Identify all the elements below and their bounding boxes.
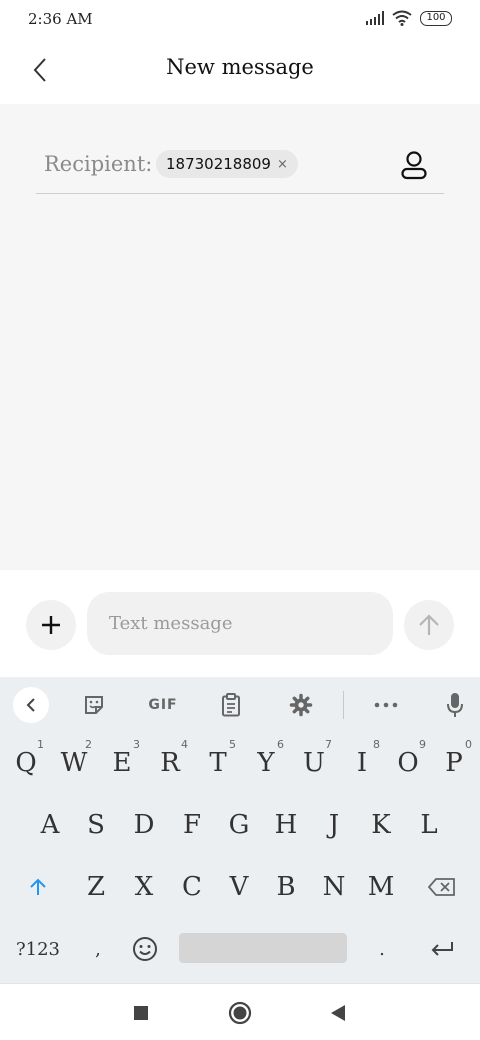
key-k[interactable]: K <box>357 794 405 856</box>
microphone-icon <box>447 693 463 717</box>
square-icon <box>134 1006 148 1020</box>
voice-input-button[interactable] <box>437 687 473 723</box>
key-d[interactable]: D <box>120 794 168 856</box>
key-v[interactable]: V <box>215 856 263 918</box>
key-g[interactable]: G <box>215 794 263 856</box>
comma-key[interactable]: , <box>74 918 122 980</box>
triangle-back-icon <box>331 1005 345 1021</box>
backspace-icon <box>428 878 455 896</box>
key-t[interactable]: T5 <box>194 732 242 794</box>
status-icons: 100 <box>366 10 452 26</box>
key-b[interactable]: B <box>262 856 310 918</box>
key-e[interactable]: E3 <box>98 732 146 794</box>
toolbar-divider <box>343 691 344 719</box>
gear-icon <box>289 693 313 717</box>
more-horizontal-icon <box>374 702 398 708</box>
key-row-3: Z X C V B N M <box>0 856 480 918</box>
status-time: 2:36 AM <box>28 10 93 28</box>
battery-indicator: 100 <box>420 10 452 26</box>
back-nav-button[interactable] <box>323 998 353 1028</box>
clipboard-button[interactable] <box>213 687 249 723</box>
key-h[interactable]: H <box>262 794 310 856</box>
status-bar: 2:36 AM 100 <box>0 0 480 38</box>
key-x[interactable]: X <box>120 856 168 918</box>
key-n[interactable]: N <box>310 856 358 918</box>
key-a[interactable]: A <box>26 794 74 856</box>
message-content-area: Recipient: 18730218809 × <box>0 104 480 570</box>
key-y[interactable]: Y6 <box>242 732 290 794</box>
gif-button[interactable]: GIF <box>143 687 183 723</box>
recents-button[interactable] <box>126 998 156 1028</box>
key-row-2: A S D F G H J K L <box>0 794 480 856</box>
wifi-icon <box>392 10 412 26</box>
key-l[interactable]: L <box>405 794 453 856</box>
key-j[interactable]: J <box>310 794 358 856</box>
emoji-icon <box>133 937 157 961</box>
key-row-1: Q1 W2 E3 R4 T5 Y6 U7 I8 O9 P0 <box>0 732 480 794</box>
circle-home-icon <box>228 1001 252 1025</box>
signal-icon <box>366 11 384 25</box>
enter-key[interactable] <box>418 918 466 980</box>
home-button[interactable] <box>225 998 255 1028</box>
emoji-key[interactable] <box>121 918 169 980</box>
clipboard-icon <box>222 693 240 717</box>
recipient-chip[interactable]: 18730218809 × <box>156 150 298 178</box>
recipient-row: Recipient: 18730218809 × <box>36 144 444 194</box>
person-icon <box>401 151 427 180</box>
space-key[interactable] <box>179 933 347 963</box>
key-q[interactable]: Q1 <box>2 732 50 794</box>
message-input[interactable] <box>87 592 393 655</box>
key-m[interactable]: M <box>357 856 405 918</box>
shift-key[interactable] <box>14 856 62 918</box>
key-i[interactable]: I8 <box>338 732 386 794</box>
page-title: New message <box>166 55 314 79</box>
send-button[interactable] <box>404 600 454 650</box>
symbols-key[interactable]: ?123 <box>14 918 62 980</box>
plus-icon <box>42 616 60 634</box>
recipient-label: Recipient: <box>44 152 153 176</box>
add-attachment-button[interactable] <box>26 600 76 650</box>
contacts-button[interactable] <box>398 148 430 182</box>
compose-bar <box>0 570 480 676</box>
key-f[interactable]: F <box>168 794 216 856</box>
keyboard: GIF Q 1 W 2 E 3 R 4 T 5 Y 6 U 7 I 8 O 9 … <box>0 677 480 983</box>
recipient-chip-value: 18730218809 <box>166 155 271 173</box>
chevron-left-icon <box>26 698 35 712</box>
app-header: New message <box>0 38 480 104</box>
sticker-button[interactable] <box>76 687 112 723</box>
toolbar-collapse-button[interactable] <box>13 687 49 723</box>
key-u[interactable]: U7 <box>290 732 338 794</box>
key-z[interactable]: Z <box>72 856 120 918</box>
key-p[interactable]: P0 <box>430 732 478 794</box>
key-s[interactable]: S <box>72 794 120 856</box>
key-c[interactable]: C <box>168 856 216 918</box>
period-key[interactable]: . <box>358 918 406 980</box>
system-nav-bar <box>0 983 480 1040</box>
more-options-button[interactable] <box>368 687 404 723</box>
backspace-key[interactable] <box>418 856 466 918</box>
sticker-icon <box>85 696 103 714</box>
key-w[interactable]: W2 <box>50 732 98 794</box>
key-r[interactable]: R4 <box>146 732 194 794</box>
key-o[interactable]: O9 <box>384 732 432 794</box>
keyboard-toolbar: GIF <box>0 677 480 732</box>
key-row-bottom: ?123 , . <box>0 918 480 980</box>
arrow-up-icon <box>419 614 439 635</box>
keyboard-settings-button[interactable] <box>283 687 319 723</box>
remove-recipient-button[interactable]: × <box>277 157 288 172</box>
enter-icon <box>431 942 453 956</box>
gif-label: GIF <box>148 697 178 713</box>
shift-arrow-icon <box>30 878 46 895</box>
